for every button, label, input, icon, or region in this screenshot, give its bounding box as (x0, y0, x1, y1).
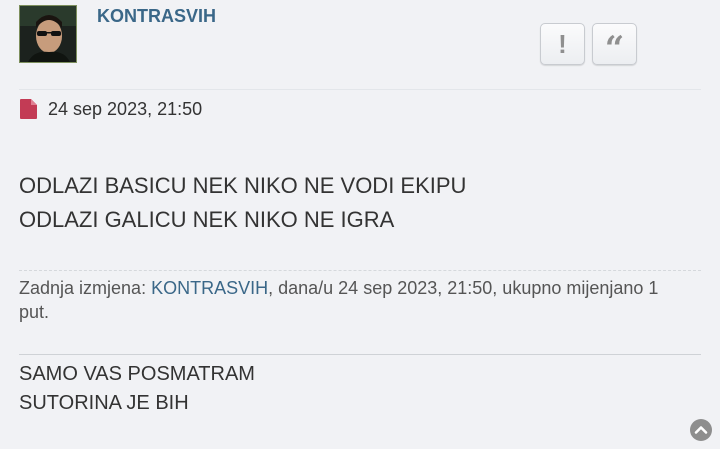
post-content-line: ODLAZI GALICU NEK NIKO NE IGRA (19, 207, 395, 232)
post-author-username[interactable]: KONTRASVIH (97, 6, 216, 27)
post-content: ODLAZI BASICU NEK NIKO NE VODI EKIPU ODL… (19, 169, 466, 237)
report-button[interactable]: ! (540, 23, 585, 65)
edit-notice-user-link[interactable]: KONTRASVIH (151, 278, 268, 298)
signature-line: SAMO VAS POSMATRAM (19, 363, 255, 385)
exclamation-icon: ! (558, 28, 567, 59)
quote-button[interactable]: “ (592, 23, 637, 69)
signature-line: SUTORINA JE BIH (19, 392, 189, 414)
edit-notice-prefix: Zadnja izmjena: (19, 278, 152, 298)
file-icon[interactable] (19, 98, 38, 120)
scroll-to-top-button[interactable] (690, 419, 712, 441)
content-divider (19, 270, 701, 271)
avatar-image (20, 6, 76, 62)
edit-notice: Zadnja izmjena: KONTRASVIH, dana/u 24 se… (19, 276, 691, 324)
post-content-line: ODLAZI BASICU NEK NIKO NE VODI EKIPU (19, 173, 467, 198)
post-date: 24 sep 2023, 21:50 (48, 98, 203, 119)
quote-icon: “ (604, 29, 625, 69)
signature: SAMO VAS POSMATRAM SUTORINA JE BIH (19, 360, 255, 418)
header-divider (19, 89, 701, 90)
chevron-up-icon (694, 426, 708, 434)
signature-divider (19, 354, 701, 355)
post-date-row: 24 sep 2023, 21:50 (19, 98, 202, 120)
avatar[interactable] (19, 5, 77, 63)
